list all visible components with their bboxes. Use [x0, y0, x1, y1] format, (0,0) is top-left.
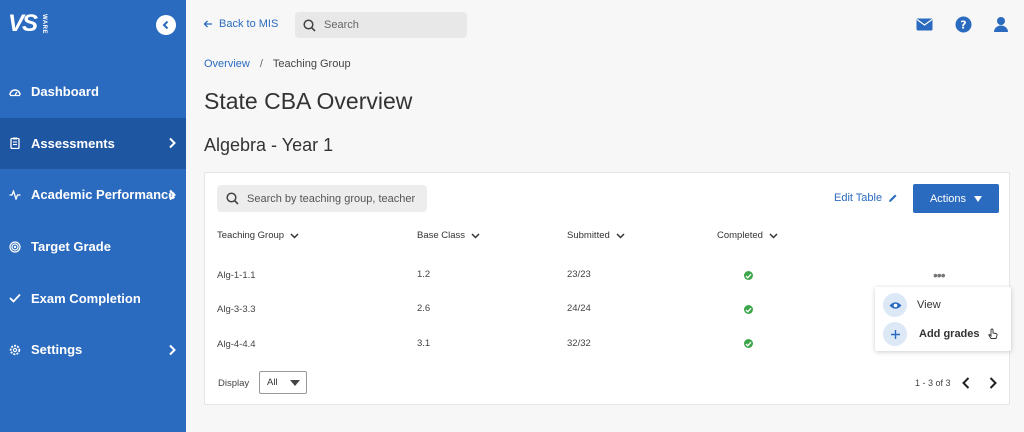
sidebar-item-label: Dashboard	[31, 84, 99, 100]
chevron-down-icon	[290, 232, 299, 239]
svg-text:?: ?	[960, 18, 966, 31]
page-subtitle: Algebra - Year 1	[204, 135, 334, 155]
completed-check-icon	[744, 305, 753, 314]
menu-item-add-grades[interactable]: Add grades	[883, 322, 999, 346]
sidebar-item-academic-performance[interactable]: Academic Performance	[0, 169, 186, 221]
sidebar-item-dashboard[interactable]: Dashboard	[0, 66, 186, 118]
display-label: Display	[218, 378, 250, 389]
previous-page-button[interactable]	[960, 376, 972, 390]
column-header-teaching-group[interactable]: Teaching Group	[217, 230, 299, 241]
cell-submitted: 23/23	[567, 269, 591, 280]
sidebar-item-exam-completion[interactable]: Exam Completion	[0, 272, 186, 324]
actions-button[interactable]: Actions	[913, 184, 999, 213]
sidebar-item-assessments[interactable]: Assessments	[0, 117, 186, 170]
search-icon	[226, 192, 239, 205]
eye-icon	[883, 293, 907, 317]
mail-icon[interactable]	[915, 15, 933, 33]
edit-table-label: Edit Table	[834, 192, 883, 204]
chevron-right-icon	[989, 377, 997, 389]
display-select[interactable]: All	[259, 371, 307, 394]
column-header-label: Completed	[717, 230, 763, 241]
cell-teaching-group: Alg-4-4.4	[217, 339, 256, 350]
completed-check-icon	[744, 271, 753, 280]
column-header-label: Teaching Group	[217, 230, 285, 241]
table-search[interactable]	[217, 185, 427, 212]
menu-item-label: Add grades	[919, 328, 980, 340]
caret-down-icon	[974, 195, 983, 202]
search-icon	[303, 18, 316, 32]
target-icon	[8, 240, 22, 254]
chevron-down-icon	[769, 232, 778, 239]
row-more-options-button[interactable]: •••	[933, 268, 946, 282]
teaching-group-card: Edit Table Actions Teaching Group Base C…	[204, 172, 1011, 405]
chevron-right-icon	[169, 189, 176, 201]
sidebar-nav: Dashboard Assessments Academic Performan…	[0, 66, 186, 376]
chevron-right-icon	[169, 138, 176, 149]
sidebar-item-label: Assessments	[31, 135, 115, 151]
cell-base-class: 3.1	[417, 338, 431, 349]
sidebar-item-settings[interactable]: Settings	[0, 324, 186, 376]
column-header-submitted[interactable]: Submitted	[567, 230, 625, 241]
sidebar-item-target-grade[interactable]: Target Grade	[0, 221, 186, 273]
gear-icon	[8, 343, 22, 357]
row-actions-menu: View Add grades	[875, 287, 1011, 351]
cell-submitted: 32/32	[567, 338, 591, 349]
cell-base-class: 1.2	[417, 269, 431, 280]
table-search-input[interactable]	[247, 192, 417, 205]
user-profile-icon[interactable]	[992, 15, 1010, 33]
menu-item-label: View	[917, 299, 941, 311]
breadcrumb: Overview / Teaching Group	[204, 58, 351, 70]
back-to-mis-link[interactable]: Back to MIS	[203, 18, 278, 30]
column-header-label: Submitted	[567, 230, 610, 241]
sidebar-item-label: Exam Completion	[31, 290, 141, 306]
actions-label: Actions	[929, 192, 967, 205]
collapse-sidebar-button[interactable]	[156, 15, 176, 35]
global-search[interactable]	[295, 12, 467, 38]
column-header-completed[interactable]: Completed	[717, 230, 778, 241]
sidebar-item-label: Academic Performance	[31, 187, 176, 203]
edit-table-button[interactable]: Edit Table	[834, 192, 898, 204]
cell-submitted: 24/24	[567, 303, 591, 314]
chevron-down-icon	[471, 232, 480, 239]
global-search-input[interactable]	[324, 19, 454, 31]
cell-teaching-group: Alg-1-1.1	[217, 270, 256, 281]
logo-subtext: WARE	[41, 14, 47, 34]
help-icon[interactable]: ?	[954, 15, 972, 33]
logo[interactable]: VS WARE	[8, 10, 48, 40]
completed-check-icon	[744, 339, 753, 348]
cell-base-class: 2.6	[417, 303, 431, 314]
hand-pointer-icon	[987, 328, 998, 339]
chevron-down-icon	[616, 232, 625, 239]
menu-item-view[interactable]: View	[883, 293, 941, 317]
cell-teaching-group: Alg-3-3.3	[217, 304, 256, 315]
activity-icon	[8, 188, 22, 202]
back-link-label: Back to MIS	[219, 18, 279, 30]
logo-text: VS	[8, 10, 38, 37]
chevron-left-icon	[962, 377, 970, 389]
next-page-button[interactable]	[987, 376, 999, 390]
column-header-label: Base Class	[417, 230, 466, 241]
chevron-right-icon	[169, 344, 176, 355]
column-header-base-class[interactable]: Base Class	[417, 230, 480, 241]
chevron-left-icon	[162, 20, 169, 30]
breadcrumb-separator: /	[259, 58, 263, 70]
pencil-icon	[889, 194, 897, 202]
arrow-left-icon	[203, 20, 212, 28]
clipboard-icon	[8, 136, 22, 150]
sidebar-item-label: Settings	[31, 342, 83, 358]
breadcrumb-current: Teaching Group	[272, 58, 351, 70]
caret-down-icon	[290, 380, 300, 386]
display-select-value: All	[267, 377, 278, 388]
gauge-icon	[8, 85, 22, 99]
check-icon	[8, 291, 22, 305]
breadcrumb-overview-link[interactable]: Overview	[204, 58, 250, 70]
pagination-info: 1 - 3 of 3	[915, 378, 951, 388]
page-title: State CBA Overview	[204, 88, 413, 114]
sidebar: VS WARE Dashboard Assessments Academic P…	[0, 0, 186, 432]
plus-icon	[883, 322, 907, 346]
sidebar-item-label: Target Grade	[31, 239, 111, 255]
